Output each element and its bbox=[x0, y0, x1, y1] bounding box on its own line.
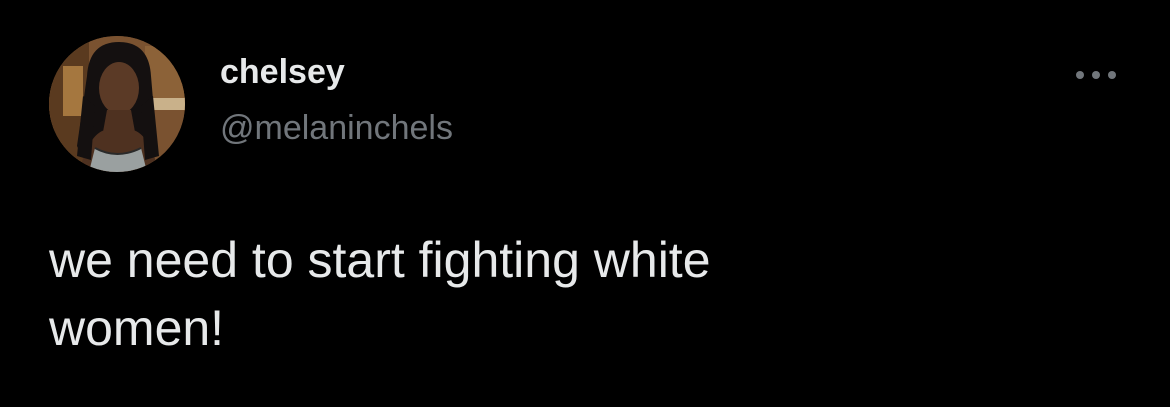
user-handle[interactable]: @melaninchels bbox=[220, 108, 453, 148]
display-name[interactable]: chelsey bbox=[220, 52, 345, 92]
more-options-button[interactable] bbox=[1066, 58, 1126, 92]
profile-photo-icon bbox=[49, 36, 185, 172]
avatar[interactable] bbox=[49, 36, 185, 172]
tweet-text: we need to start fighting white women! bbox=[49, 232, 711, 356]
more-horizontal-icon bbox=[1076, 71, 1116, 79]
tweet-card: chelsey @melaninchels we need to start f… bbox=[0, 0, 1170, 407]
